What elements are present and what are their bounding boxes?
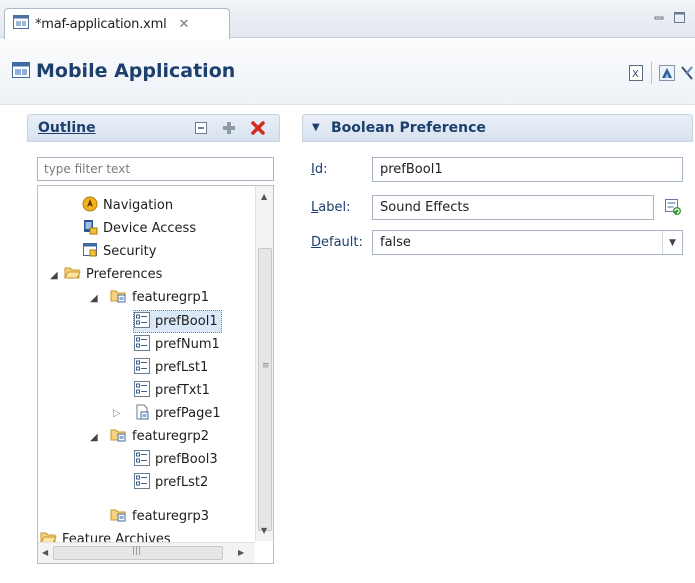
- expand-toggle-icon[interactable]: ◢: [50, 270, 58, 281]
- default-select-value: false: [380, 235, 411, 250]
- preference-item-icon: [134, 311, 150, 332]
- preference-item-icon: [134, 334, 150, 355]
- feature-group-icon: [110, 427, 127, 446]
- tree-item-prefbool1[interactable]: prefBool1: [133, 310, 222, 333]
- tools-icon[interactable]: [680, 65, 695, 83]
- tree-item-preflst2[interactable]: prefLst2: [134, 471, 208, 494]
- outline-title[interactable]: Outline: [38, 120, 96, 136]
- expand-toggle-icon[interactable]: ◢: [90, 293, 98, 304]
- feature-group-icon: [110, 507, 127, 526]
- default-label: Default:: [311, 235, 363, 250]
- tree-item-featuregrp2[interactable]: featuregrp2: [110, 425, 209, 448]
- horizontal-scroll-thumb[interactable]: |||: [53, 546, 223, 560]
- preference-item-icon: [134, 472, 150, 493]
- page-title: Mobile Application: [36, 60, 236, 82]
- filter-input[interactable]: [37, 157, 274, 181]
- section-collapse-icon[interactable]: ▼: [312, 122, 320, 133]
- tree-item-prefpage1[interactable]: prefPage1: [134, 402, 221, 425]
- preference-page-icon: [134, 404, 150, 424]
- tree-item-device-access[interactable]: Device Access: [82, 217, 196, 240]
- dropdown-arrow-icon[interactable]: ▼: [662, 231, 682, 254]
- navigation-icon: [82, 196, 98, 216]
- maximize-icon[interactable]: [674, 12, 685, 27]
- id-label: Id:: [311, 162, 328, 177]
- minimize-icon[interactable]: [654, 12, 664, 27]
- folder-icon: [64, 265, 81, 284]
- boolean-preference-section-header[interactable]: ▼ Boolean Preference: [302, 114, 693, 142]
- tree-item-navigation[interactable]: Navigation: [82, 194, 173, 217]
- label-field[interactable]: [372, 195, 654, 220]
- preference-item-icon: [134, 357, 150, 378]
- tab-title: *maf-application.xml: [35, 16, 167, 32]
- refresh-translate-icon[interactable]: [664, 198, 682, 220]
- tree-item-prefbool3[interactable]: prefBool3: [134, 448, 218, 471]
- file-xml-icon: [13, 15, 29, 33]
- mobile-application-icon: [12, 62, 30, 82]
- tree-item-featuregrp1[interactable]: featuregrp1: [110, 286, 209, 309]
- scroll-right-icon[interactable]: ▶: [238, 548, 244, 557]
- editor-tab[interactable]: *maf-application.xml ✕: [4, 8, 230, 39]
- add-icon[interactable]: [221, 120, 237, 136]
- scroll-up-icon[interactable]: ▲: [261, 192, 267, 201]
- outline-tree: Navigation Device Access Security ◢ Pref…: [37, 185, 274, 564]
- device-access-icon: [82, 219, 98, 239]
- svg-text:X: X: [632, 69, 639, 80]
- default-select[interactable]: false ▼: [372, 230, 683, 255]
- security-icon: [82, 242, 98, 262]
- scroll-left-icon[interactable]: ◀: [42, 548, 48, 557]
- section-title: Boolean Preference: [331, 120, 486, 136]
- tree-item-security[interactable]: Security: [82, 240, 156, 263]
- tree-item-featuregrp3[interactable]: featuregrp3: [110, 505, 209, 528]
- collapse-all-icon[interactable]: [193, 120, 209, 136]
- delete-icon[interactable]: [250, 120, 266, 136]
- outline-section-header: Outline: [27, 114, 280, 142]
- label-label: Label:: [311, 200, 351, 215]
- horizontal-scrollbar[interactable]: ◀ ||| ▶: [38, 542, 255, 563]
- preference-item-icon: [134, 449, 150, 470]
- tree-item-preftxt1[interactable]: prefTxt1: [134, 379, 210, 402]
- source-view-icon[interactable]: X: [628, 65, 646, 83]
- feature-group-icon: [110, 288, 127, 307]
- expand-toggle-icon[interactable]: ▷: [113, 408, 121, 419]
- id-field[interactable]: [372, 157, 683, 182]
- tree-item-preflst1[interactable]: prefLst1: [134, 356, 208, 379]
- form-header: Mobile Application X: [0, 39, 695, 105]
- toolbar-separator: [651, 62, 652, 84]
- tree-item-preferences[interactable]: Preferences: [64, 263, 162, 286]
- scroll-down-icon[interactable]: ▼: [261, 526, 267, 535]
- expand-toggle-icon[interactable]: ◢: [90, 432, 98, 443]
- tree-item-prefnum1[interactable]: prefNum1: [134, 333, 220, 356]
- vertical-scrollbar[interactable]: ▲ ≡ ▼: [255, 186, 273, 541]
- editor-tab-strip: *maf-application.xml ✕: [0, 0, 695, 39]
- deploy-icon[interactable]: [659, 65, 677, 83]
- close-tab-icon[interactable]: ✕: [179, 17, 190, 32]
- vertical-scroll-thumb[interactable]: ≡: [258, 248, 272, 531]
- preference-item-icon: [134, 380, 150, 401]
